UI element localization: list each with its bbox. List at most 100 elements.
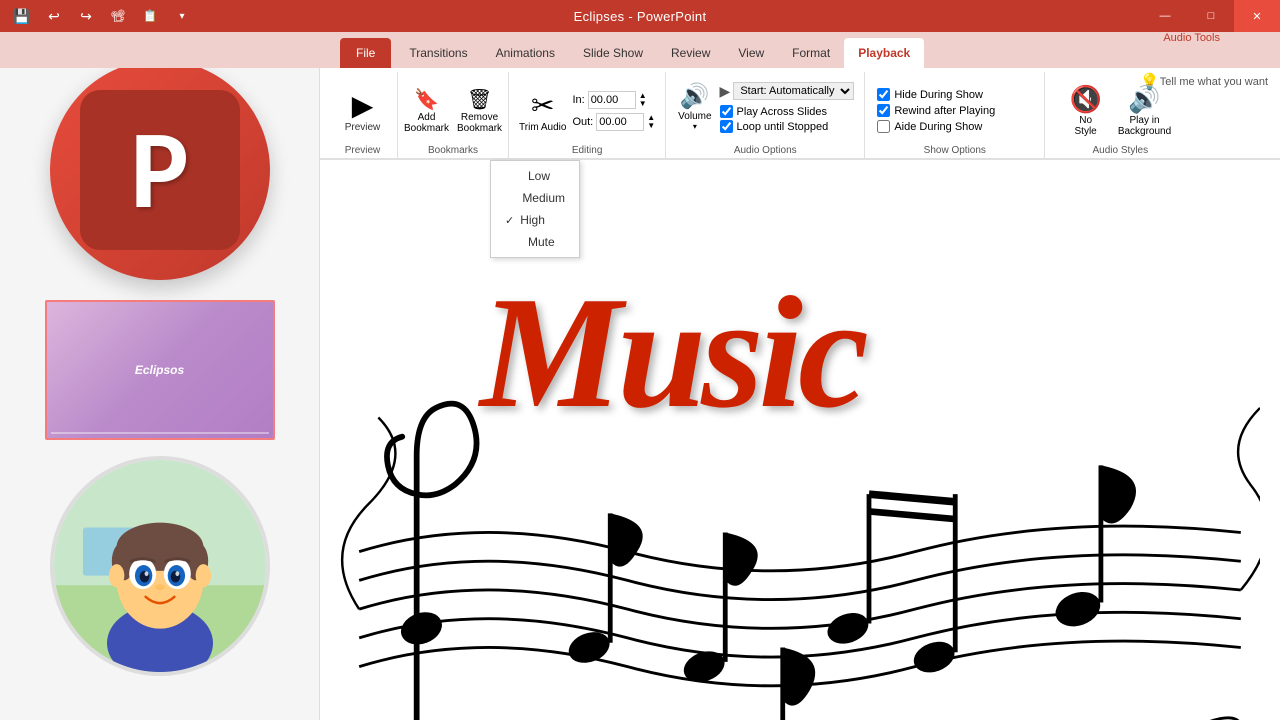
- minimize-btn[interactable]: —: [1142, 0, 1188, 32]
- tab-transitions[interactable]: Transitions: [395, 38, 481, 68]
- no-style-icon: 🔇: [1069, 84, 1101, 115]
- start-dropdown[interactable]: Start: Automatically Start: On Click: [733, 82, 854, 100]
- window-controls: — □ ✕: [1142, 0, 1280, 32]
- tab-review[interactable]: Review: [657, 38, 724, 68]
- save-btn[interactable]: 💾: [8, 2, 36, 30]
- audio-styles-group-label: Audio Styles: [1049, 145, 1191, 156]
- tell-me-bar: 💡 Tell me what you want: [1128, 64, 1280, 100]
- loop-until-checkbox[interactable]: [720, 120, 733, 133]
- logo-letter: P: [130, 115, 189, 225]
- play-across-checkbox[interactable]: [720, 105, 733, 118]
- play-background-label: Play in: [1129, 115, 1159, 126]
- ribbon-show-options-group: Hide During Show Rewind after Playing Ai…: [865, 72, 1045, 160]
- volume-icon: 🔊: [680, 82, 710, 111]
- ribbon-preview-group: ▶ Preview Preview: [328, 72, 398, 160]
- remove-bookmark-icon: 🗑: [467, 87, 492, 112]
- maximize-btn[interactable]: □: [1188, 0, 1234, 32]
- preview-icon: ▶: [352, 89, 374, 122]
- avatar-svg: [54, 456, 266, 676]
- slide-thumbnail[interactable]: Eclipsos: [45, 300, 275, 440]
- volume-mute[interactable]: Mute: [491, 231, 579, 253]
- title-bar: 💾 ↩ ↪ 📽 📋 ▾ Eclipses - PowerPoint — □ ✕: [0, 0, 1280, 32]
- no-style-label: No: [1079, 115, 1092, 126]
- tab-file[interactable]: File: [340, 38, 391, 68]
- fade-out-input[interactable]: [596, 113, 644, 131]
- rewind-after-checkbox[interactable]: [877, 104, 890, 117]
- bookmarks-group-label: Bookmarks: [402, 145, 504, 156]
- fade-out-row: Out: ▲ ▼: [572, 113, 655, 131]
- volume-medium-label: Medium: [522, 191, 565, 205]
- add-bookmark-sublabel: Bookmark: [404, 123, 449, 134]
- aide-during-show-row[interactable]: Aide During Show: [877, 120, 1032, 133]
- volume-low-label: Low: [528, 169, 550, 183]
- tab-playback[interactable]: Playback: [844, 38, 924, 68]
- tab-format[interactable]: Format: [778, 38, 844, 68]
- powerpoint-logo: P: [50, 60, 270, 280]
- volume-medium[interactable]: Medium: [491, 187, 579, 209]
- play-across-label: Play Across Slides: [737, 106, 827, 118]
- tab-slideshow[interactable]: Slide Show: [569, 38, 657, 68]
- undo-btn[interactable]: ↩: [40, 2, 68, 30]
- trim-icon: ✂: [531, 89, 554, 122]
- fade-controls: In: ▲ ▼ Out: ▲ ▼: [572, 91, 655, 131]
- no-style-sublabel: Style: [1075, 126, 1097, 137]
- aide-during-show-label: Aide During Show: [894, 121, 982, 133]
- trim-audio-btn[interactable]: ✂ Trim Audio: [519, 89, 566, 133]
- remove-bookmark-btn[interactable]: 🗑 Remove Bookmark: [455, 85, 504, 136]
- volume-button[interactable]: 🔊 Volume ▾: [676, 80, 713, 133]
- close-btn[interactable]: ✕: [1234, 0, 1280, 32]
- loop-until-row[interactable]: Loop until Stopped: [720, 120, 855, 133]
- fade-out-spinner[interactable]: ▲ ▼: [647, 114, 655, 130]
- avatar-container: [50, 456, 270, 676]
- aide-during-show-checkbox[interactable]: [877, 120, 890, 133]
- qsbar-btn4[interactable]: 📋: [136, 2, 164, 30]
- fade-in-input[interactable]: [588, 91, 636, 109]
- volume-low[interactable]: Low: [491, 165, 579, 187]
- ribbon-bookmarks-group: 🔖 Add Bookmark 🗑 Remove Bookmark Bookmar…: [398, 72, 509, 160]
- quick-access-toolbar: 💾 ↩ ↪ 📽 📋 ▾: [8, 0, 196, 32]
- present-btn[interactable]: 📽: [104, 2, 132, 30]
- ribbon-audio-options-group: 🔊 Volume ▾ ▶ Start: Automatically Start:…: [666, 72, 865, 160]
- play-background-sublabel: Background: [1118, 126, 1171, 137]
- hide-during-show-checkbox[interactable]: [877, 88, 890, 101]
- rewind-after-label: Rewind after Playing: [894, 105, 995, 117]
- redo-btn[interactable]: ↪: [72, 2, 100, 30]
- remove-bookmark-label: Remove: [461, 112, 498, 123]
- editing-group-label: Editing: [513, 145, 661, 156]
- volume-arrow: ▾: [693, 122, 697, 131]
- trim-label: Trim Audio: [519, 122, 566, 133]
- volume-high[interactable]: High: [491, 209, 579, 231]
- rewind-after-row[interactable]: Rewind after Playing: [877, 104, 1032, 117]
- fade-in-spinner[interactable]: ▲ ▼: [639, 92, 647, 108]
- fade-in-row: In: ▲ ▼: [572, 91, 655, 109]
- loop-until-label: Loop until Stopped: [737, 121, 829, 133]
- volume-dropdown: Low Medium High Mute: [490, 160, 580, 258]
- volume-high-label: High: [520, 213, 545, 227]
- window-title: Eclipses - PowerPoint: [574, 9, 707, 24]
- preview-label: Preview: [345, 122, 381, 133]
- play-across-slides-row[interactable]: Play Across Slides: [720, 105, 855, 118]
- audio-option-controls: ▶ Start: Automatically Start: On Click P…: [720, 82, 855, 133]
- add-bookmark-label: Add: [418, 112, 436, 123]
- thumbnail-label: Eclipsos: [135, 363, 184, 377]
- remove-bookmark-sublabel: Bookmark: [457, 123, 502, 134]
- logo-inner: P: [80, 90, 240, 250]
- no-style-btn[interactable]: 🔇 No Style: [1063, 80, 1107, 141]
- slide-canvas: Music: [320, 160, 1280, 720]
- sidebar: P Eclipsos: [0, 0, 320, 720]
- add-bookmark-btn[interactable]: 🔖 Add Bookmark: [402, 85, 451, 136]
- start-icon: ▶: [720, 83, 731, 100]
- volume-label: Volume: [678, 111, 711, 122]
- ribbon-editing-group: ✂ Trim Audio In: ▲ ▼ Out: ▲: [509, 72, 666, 160]
- customize-btn[interactable]: ▾: [168, 2, 196, 30]
- volume-mute-label: Mute: [528, 235, 555, 249]
- preview-button[interactable]: ▶ Preview: [341, 85, 385, 137]
- hide-during-show-row[interactable]: Hide During Show: [877, 88, 1032, 101]
- music-text: Music: [480, 260, 864, 445]
- tab-animations[interactable]: Animations: [482, 38, 569, 68]
- tab-view[interactable]: View: [724, 38, 778, 68]
- fade-out-label: Out:: [572, 116, 593, 128]
- hide-during-show-label: Hide During Show: [894, 89, 983, 101]
- tell-me-text[interactable]: Tell me what you want: [1160, 76, 1268, 88]
- tab-bar: File Transitions Animations Slide Show R…: [0, 32, 1280, 68]
